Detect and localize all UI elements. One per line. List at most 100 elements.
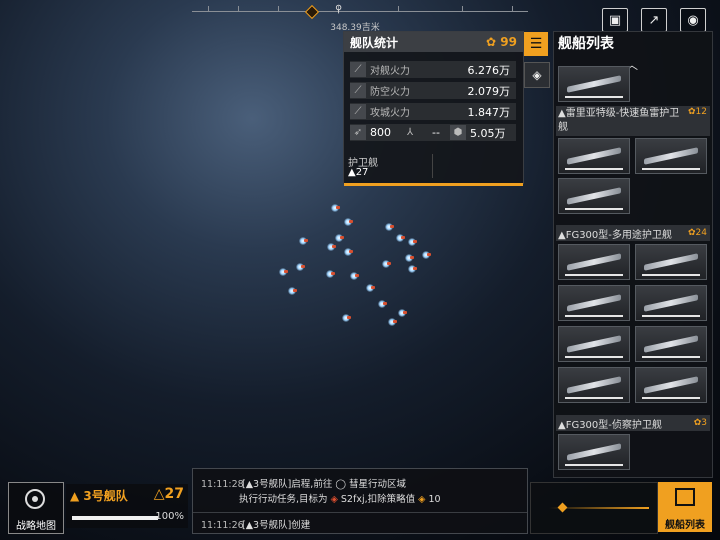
ship-group-header[interactable]: ▲FG300型-多用途护卫舰 ✿24 <box>556 225 710 241</box>
location-pin-icon: ⚲ <box>335 4 343 15</box>
screen-icon: ▣ <box>608 12 622 28</box>
stat-row-anti-ship: ⟋ 对舰火力 6.276万 <box>350 61 516 78</box>
fleet-emblem-icon: ✿ <box>486 35 497 49</box>
ship-card[interactable] <box>558 244 630 280</box>
fleet-power: △27 <box>153 486 184 502</box>
anti-air-icon: ⟋ <box>350 83 366 98</box>
event-log[interactable]: 11:11:28 [▲3号舰队]启程,前往 ◯ 彗星行动区域 执行行动任务,目标… <box>192 468 528 534</box>
ship-unit <box>299 237 308 245</box>
distance-ruler[interactable]: ⚲ 348.39吉米 <box>192 0 528 33</box>
speed-icon: ➶ <box>350 125 366 140</box>
ship-unit <box>296 263 305 271</box>
stat-value: 2.079万 <box>467 84 511 98</box>
ruler-tick <box>208 6 209 12</box>
group-name: ▲雷里亚特级-快速鱼雷护卫舰 <box>558 108 680 133</box>
ship-card[interactable] <box>558 285 630 321</box>
ship-unit <box>385 223 394 231</box>
ship-unit <box>344 248 353 256</box>
strategic-map-button[interactable]: 战略地图 <box>8 482 64 534</box>
ship-card[interactable] <box>558 138 630 174</box>
fleet-card[interactable]: ▲ 3号舰队 △27 100% <box>66 484 188 528</box>
ruler-tick <box>238 6 239 12</box>
log-divider <box>193 512 527 513</box>
ruler-tick <box>398 6 399 12</box>
ship-card[interactable] <box>558 434 630 470</box>
log-time: 11:11:26 <box>201 520 244 531</box>
map-icon <box>25 489 45 509</box>
log-time: 11:11:28 <box>201 479 244 490</box>
stat-value: 6.276万 <box>467 63 511 77</box>
group-name: ▲FG300型-侦察护卫舰 <box>558 419 662 431</box>
view-button[interactable]: ◉ <box>680 8 706 32</box>
log-text: [▲3号舰队]创建 <box>242 520 311 531</box>
group-count-value: 12 <box>695 107 707 117</box>
group-name: ▲FG300型-多用途护卫舰 <box>558 229 672 241</box>
ship-card[interactable] <box>635 244 707 280</box>
siege-icon: ⟋ <box>350 104 366 119</box>
ship-list-button[interactable]: 舰船列表 <box>658 482 712 532</box>
ship-unit <box>408 238 417 246</box>
tab-cube-view[interactable]: ◈ <box>524 62 550 88</box>
log-text: 执行行动任务,目标为 <box>239 494 328 505</box>
ship-card[interactable] <box>635 138 707 174</box>
stat-label: 防空火力 <box>370 87 410 98</box>
log-entry: 11:11:26 [▲3号舰队]创建 <box>201 517 310 531</box>
ship-card[interactable] <box>558 367 630 403</box>
fleet-progress-fill <box>72 516 158 520</box>
fleet-stats-header: 舰队统计 ✿ 99 <box>344 32 523 52</box>
ship-unit <box>396 234 405 242</box>
ship-list-panel[interactable]: 舰船列表 ︿ ▲雷里亚特级-快速鱼雷护卫舰 ✿12 ▲FG300型-多用途护卫舰… <box>553 31 713 478</box>
group-count: ✿24 <box>688 228 707 238</box>
ship-count-value: 99 <box>500 35 517 49</box>
target-ring-icon: ◯ <box>335 479 346 490</box>
group-count: ✿12 <box>688 107 707 117</box>
cargo-value: -- <box>432 126 440 139</box>
log-entry: 11:11:28 [▲3号舰队]启程,前往 ◯ 彗星行动区域 <box>201 476 406 490</box>
ship-unit <box>388 318 397 326</box>
ship-unit <box>342 314 351 322</box>
minimap[interactable] <box>530 482 658 534</box>
share-button[interactable]: ↗ <box>641 8 667 32</box>
anti-ship-icon: ⟋ <box>350 62 366 77</box>
fleet-name: ▲ 3号舰队 <box>70 489 128 503</box>
ship-list-button-label: 舰船列表 <box>665 520 705 531</box>
ship-unit <box>382 260 391 268</box>
group-count-value: 24 <box>695 228 707 238</box>
ship-unit <box>326 270 335 278</box>
ship-group-header[interactable]: ▲雷里亚特级-快速鱼雷护卫舰 ✿12 <box>556 106 710 136</box>
ship-unit <box>335 234 344 242</box>
target-diamond-icon: ◈ <box>330 494 338 505</box>
ship-unit <box>408 265 417 273</box>
ship-list-title: 舰船列表 <box>558 36 614 52</box>
escort-count: ▲27 <box>348 167 369 178</box>
log-text: S2fxj,扣除策略值 <box>340 494 416 505</box>
fleet-marker-icon <box>304 4 320 20</box>
panel-accent-bar <box>344 183 523 186</box>
ruler-tick <box>512 6 513 12</box>
ship-unit <box>344 218 353 226</box>
ship-unit <box>405 254 414 262</box>
fleet-name-text: 3号舰队 <box>83 489 128 503</box>
log-text: 10 <box>428 494 441 505</box>
ship-card[interactable] <box>558 178 630 214</box>
ship-group-header[interactable]: ▲FG300型-侦察护卫舰 ✿3 <box>556 415 710 431</box>
tab-list-view[interactable]: ☰ <box>524 32 548 56</box>
cargo-icon: ⅄ <box>406 127 414 138</box>
group-count: ✿3 <box>693 418 707 428</box>
fleet-power-value: 27 <box>164 486 184 502</box>
ship-count: ✿ 99 <box>486 35 517 49</box>
ship-card[interactable] <box>558 326 630 362</box>
group-count-value: 3 <box>701 418 707 428</box>
ship-card[interactable] <box>635 367 707 403</box>
ship-unit <box>331 204 340 212</box>
log-text: [▲3号舰队]启程,前往 <box>242 479 333 490</box>
hull-icon: ⬢ <box>450 125 466 140</box>
ship-unit <box>378 300 387 308</box>
screen-button[interactable]: ▣ <box>602 8 628 32</box>
stat-label: 对舰火力 <box>370 66 410 77</box>
strategy-icon: ◈ <box>418 494 426 505</box>
ship-card[interactable] <box>558 66 630 102</box>
ship-unit <box>398 309 407 317</box>
ship-card[interactable] <box>635 285 707 321</box>
ship-card[interactable] <box>635 326 707 362</box>
